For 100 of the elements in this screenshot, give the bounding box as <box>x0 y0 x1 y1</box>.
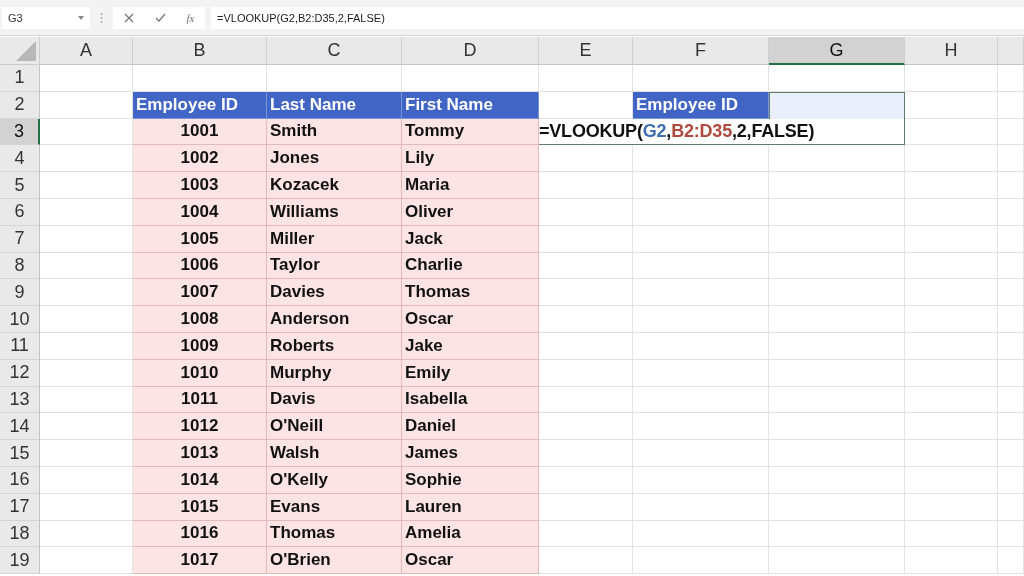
spreadsheet-cell[interactable] <box>539 547 633 575</box>
spreadsheet-cell[interactable] <box>633 306 769 333</box>
row-header[interactable]: 19 <box>0 547 40 575</box>
spreadsheet-cell[interactable] <box>539 520 633 548</box>
spreadsheet-cell[interactable] <box>998 493 1024 521</box>
row-header[interactable]: 10 <box>0 306 40 333</box>
spreadsheet-cell[interactable] <box>998 413 1024 441</box>
spreadsheet-cell[interactable] <box>769 520 905 548</box>
spreadsheet-cell[interactable] <box>905 386 998 414</box>
select-all-icon[interactable] <box>16 41 36 61</box>
column-header[interactable] <box>998 37 1024 65</box>
spreadsheet-cell[interactable] <box>769 65 905 92</box>
row-header[interactable]: 14 <box>0 413 40 441</box>
spreadsheet-cell[interactable] <box>905 118 998 146</box>
row-header[interactable]: 16 <box>0 466 40 494</box>
spreadsheet-cell[interactable] <box>539 386 633 414</box>
spreadsheet-cell[interactable] <box>769 359 905 387</box>
spreadsheet-cell[interactable] <box>998 65 1024 92</box>
spreadsheet-cell[interactable] <box>633 493 769 521</box>
spreadsheet-cell[interactable] <box>633 65 769 92</box>
column-header[interactable]: H <box>905 37 998 65</box>
spreadsheet-cell[interactable] <box>769 172 905 199</box>
spreadsheet-cell[interactable] <box>539 225 633 253</box>
spreadsheet-cell[interactable] <box>769 466 905 494</box>
spreadsheet-cell[interactable] <box>998 252 1024 280</box>
spreadsheet-cell[interactable] <box>998 145 1024 173</box>
row-header[interactable]: 11 <box>0 332 40 360</box>
spreadsheet-cell[interactable] <box>402 65 539 92</box>
row-header[interactable]: 7 <box>0 225 40 253</box>
spreadsheet-cell[interactable] <box>998 547 1024 575</box>
spreadsheet-cell[interactable] <box>539 332 633 360</box>
spreadsheet-cell[interactable] <box>633 547 769 575</box>
spreadsheet-cell[interactable] <box>998 91 1024 119</box>
spreadsheet-cell[interactable] <box>769 199 905 226</box>
row-header[interactable]: 18 <box>0 520 40 548</box>
spreadsheet-cell[interactable] <box>40 65 133 92</box>
spreadsheet-cell[interactable] <box>633 386 769 414</box>
spreadsheet-cell[interactable] <box>539 199 633 226</box>
spreadsheet-cell[interactable] <box>769 279 905 307</box>
spreadsheet-cell[interactable] <box>905 145 998 173</box>
spreadsheet-cell[interactable] <box>769 252 905 280</box>
spreadsheet-cell[interactable] <box>905 413 998 441</box>
spreadsheet-cell[interactable] <box>998 306 1024 333</box>
spreadsheet-cell[interactable] <box>633 332 769 360</box>
row-header[interactable]: 4 <box>0 145 40 173</box>
spreadsheet-cell[interactable] <box>998 172 1024 199</box>
spreadsheet-cell[interactable] <box>998 225 1024 253</box>
spreadsheet-cell[interactable] <box>769 493 905 521</box>
spreadsheet-cell[interactable] <box>998 359 1024 387</box>
spreadsheet-cell[interactable] <box>905 172 998 199</box>
row-header[interactable]: 9 <box>0 279 40 307</box>
spreadsheet-cell[interactable] <box>539 359 633 387</box>
spreadsheet-cell[interactable] <box>905 466 998 494</box>
column-header[interactable]: B <box>133 37 267 65</box>
spreadsheet-cell[interactable] <box>633 466 769 494</box>
row-header[interactable]: 13 <box>0 386 40 414</box>
spreadsheet-cell[interactable] <box>998 386 1024 414</box>
spreadsheet-cell[interactable] <box>998 332 1024 360</box>
spreadsheet-cell[interactable] <box>998 199 1024 226</box>
spreadsheet-cell[interactable] <box>998 118 1024 146</box>
spreadsheet-cell[interactable] <box>769 306 905 333</box>
spreadsheet-cell[interactable] <box>769 413 905 441</box>
column-header[interactable]: F <box>633 37 769 65</box>
row-header[interactable]: 15 <box>0 440 40 467</box>
row-header[interactable]: 8 <box>0 252 40 280</box>
spreadsheet-cell[interactable] <box>769 440 905 467</box>
spreadsheet-cell[interactable] <box>633 172 769 199</box>
column-header[interactable]: E <box>539 37 633 65</box>
lookup-input-cell[interactable] <box>769 91 905 119</box>
spreadsheet-cell[interactable] <box>633 252 769 280</box>
spreadsheet-cell[interactable] <box>769 547 905 575</box>
spreadsheet-cell[interactable] <box>539 252 633 280</box>
spreadsheet-cell[interactable] <box>539 413 633 441</box>
spreadsheet-cell[interactable] <box>905 279 998 307</box>
spreadsheet-cell[interactable] <box>539 145 633 173</box>
spreadsheet-cell[interactable] <box>633 440 769 467</box>
spreadsheet-cell[interactable] <box>998 440 1024 467</box>
spreadsheet-cell[interactable] <box>769 332 905 360</box>
spreadsheet-cell[interactable] <box>633 199 769 226</box>
spreadsheet-cell[interactable] <box>998 279 1024 307</box>
spreadsheet-cell[interactable] <box>998 520 1024 548</box>
row-header[interactable]: 17 <box>0 493 40 521</box>
column-header[interactable]: G <box>769 37 905 65</box>
spreadsheet-cell[interactable] <box>905 306 998 333</box>
spreadsheet-cell[interactable] <box>539 279 633 307</box>
row-header[interactable]: 3 <box>0 118 40 146</box>
row-header[interactable]: 12 <box>0 359 40 387</box>
insert-function-button[interactable]: fx <box>186 11 195 24</box>
spreadsheet-cell[interactable] <box>633 413 769 441</box>
spreadsheet-cell[interactable] <box>539 172 633 199</box>
cancel-icon[interactable] <box>123 12 134 23</box>
row-header[interactable]: 1 <box>0 65 40 92</box>
check-icon[interactable] <box>154 13 166 22</box>
row-header[interactable]: 5 <box>0 172 40 199</box>
spreadsheet-cell[interactable] <box>905 225 998 253</box>
spreadsheet-cell[interactable] <box>633 225 769 253</box>
spreadsheet-cell[interactable] <box>633 520 769 548</box>
spreadsheet-cell[interactable] <box>769 225 905 253</box>
spreadsheet-cell[interactable] <box>905 547 998 575</box>
column-header[interactable]: D <box>402 37 539 65</box>
